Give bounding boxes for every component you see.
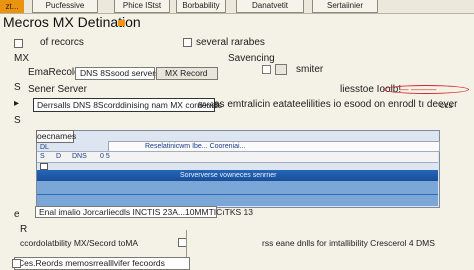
dns-field[interactable]: DNS 8Ssood servers xyxy=(75,67,159,80)
s2-label: S xyxy=(14,115,21,126)
grid-row1-dns: DNS xyxy=(72,153,87,160)
bottom-checkbox[interactable] xyxy=(12,259,21,268)
e-label: e xyxy=(14,209,20,220)
ccs-label: ccs xyxy=(440,100,453,110)
grid-row1-value: Reselatinicwm Ibe... Cooreniai... xyxy=(145,143,246,150)
app-menu-tab[interactable]: zt... xyxy=(0,0,24,13)
sevencing-label: Savencing xyxy=(228,53,275,64)
title-accent-mark xyxy=(118,20,125,26)
grid-row-1[interactable] xyxy=(37,151,438,163)
long-description: as emtralicin eatateelilities io esood o… xyxy=(214,99,458,110)
sevencing-checkbox[interactable] xyxy=(262,65,271,74)
mx-checkbox[interactable] xyxy=(14,39,23,48)
grid-selected-row-text: Sorververse vowneces senrner xyxy=(180,172,277,179)
grid-divider xyxy=(37,194,438,195)
tab-sertaiinier[interactable]: Sertaiinier xyxy=(312,0,378,13)
server-label: Sener Server xyxy=(28,84,87,95)
mx-label: MX xyxy=(14,53,29,64)
enal-field-value: Enal imalio Jorcarliecdls INCTIS 23A...1… xyxy=(39,207,253,217)
emrecord-label: EmaRecold xyxy=(28,67,80,78)
grid-row1-d: D xyxy=(56,153,62,160)
grid-column-header[interactable]: oecnames xyxy=(36,130,76,143)
description-field-value: Derrsalls DNS 8Scorddinising nam MX corn… xyxy=(37,100,223,110)
desc-row-marker: ▸ xyxy=(14,98,20,109)
several-checkbox[interactable] xyxy=(183,38,192,47)
bottom-records-value: Ces.Reords memosrrealllvifer fecoords xyxy=(18,258,165,268)
dns-field-value: DNS 8Ssood servers xyxy=(80,68,160,78)
several-label: several rarabes xyxy=(196,37,265,48)
description-field[interactable]: Derrsalls DNS 8Scorddinising nam MX corn… xyxy=(33,98,222,112)
tab-borbability[interactable]: Borbability xyxy=(176,0,226,13)
tab-pucfessive[interactable]: Pucfessive xyxy=(32,0,98,13)
bottom-records-field[interactable]: Ces.Reords memosrrealllvifer fecoords xyxy=(14,257,190,270)
right-note: rss eane dnlls for imtallibility Crescer… xyxy=(262,238,435,248)
mx-record-button-label: MX Record xyxy=(165,68,208,78)
smiter-label: smiter xyxy=(296,64,324,75)
records-label: of recorcs xyxy=(40,37,84,48)
grid-row1-s: S xyxy=(40,153,45,160)
mx-record-button[interactable]: MX Record xyxy=(156,67,218,80)
cordo-label: ccordolatbility MX/Secord toMA xyxy=(20,238,139,248)
s-label: S xyxy=(14,82,21,93)
grid-row1-ds: 0 5 xyxy=(100,153,110,160)
grid-row-checkbox[interactable] xyxy=(40,163,48,170)
tab-phice-istst[interactable]: Phice IStst xyxy=(114,0,170,13)
sevencing-dropdown[interactable] xyxy=(275,64,287,75)
r-label: R xyxy=(20,224,28,235)
tab-danatvetit[interactable]: Danatvetit xyxy=(236,0,304,13)
enal-field[interactable]: Enal imalio Jorcarliecdls INCTIS 23A...1… xyxy=(35,206,253,218)
highlighted-value: — ——— xyxy=(400,84,437,94)
